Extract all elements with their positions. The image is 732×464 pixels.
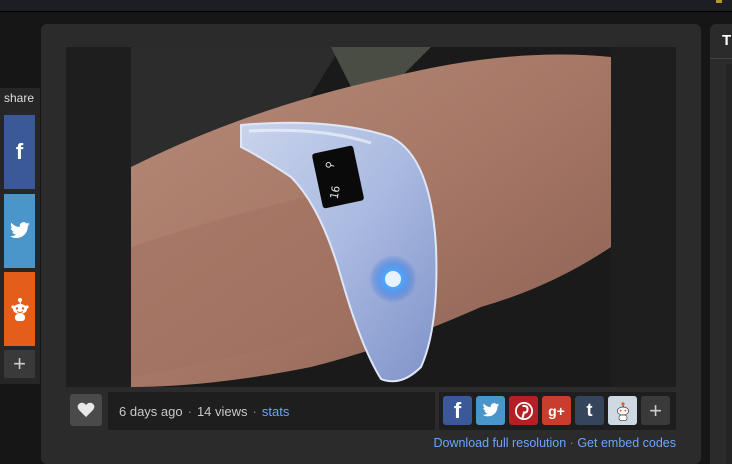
reddit-icon (616, 401, 629, 421)
google-plus-icon: g+ (548, 402, 565, 419)
top-strip (0, 0, 732, 12)
right-panel-header: T (710, 24, 732, 59)
right-sidebar-panel: T (710, 24, 732, 464)
share-more-button[interactable]: + (4, 350, 35, 378)
image-meta: 6 days ago · 14 views · stats (108, 392, 435, 430)
svg-text:16: 16 (328, 185, 343, 200)
more-share-button[interactable]: + (641, 396, 670, 425)
plus-icon: + (13, 351, 26, 376)
facebook-icon: f (15, 139, 24, 164)
social-share-bar: f g+ t + (439, 392, 676, 430)
view-count: 14 views (196, 403, 248, 419)
plus-icon: + (649, 397, 662, 423)
image-links: Download full resolution · Get embed cod… (433, 436, 676, 450)
share-twitter-button[interactable] (4, 194, 35, 268)
download-full-resolution-link[interactable]: Download full resolution (433, 436, 566, 450)
links-separator: · (569, 436, 574, 450)
meta-separator: · (252, 403, 257, 419)
share-label: share (4, 91, 35, 105)
pinterest-icon (514, 401, 533, 420)
fitness-wristband-photo: ⚲ 16 (131, 47, 611, 387)
main-image[interactable]: ⚲ 16 (131, 47, 611, 387)
share-facebook-button[interactable]: f (4, 115, 35, 189)
twitter-share-button[interactable] (476, 396, 505, 425)
pinterest-share-button[interactable] (509, 396, 538, 425)
get-embed-codes-link[interactable]: Get embed codes (577, 436, 676, 450)
top-divider (0, 11, 732, 12)
facebook-share-button[interactable]: f (443, 396, 472, 425)
top-accent-mark (716, 0, 722, 3)
share-reddit-button[interactable] (4, 272, 35, 346)
reddit-icon (10, 298, 29, 321)
twitter-icon (9, 222, 30, 239)
heart-icon (77, 402, 95, 417)
twitter-icon (482, 403, 499, 417)
tumblr-share-button[interactable]: t (575, 396, 604, 425)
posted-time: 6 days ago (119, 403, 183, 419)
tumblr-icon: t (586, 400, 593, 420)
meta-separator: · (187, 403, 192, 419)
stats-link[interactable]: stats (262, 404, 289, 419)
right-panel-title: T (722, 32, 732, 49)
right-panel-scroll-area (726, 64, 732, 464)
google-plus-share-button[interactable]: g+ (542, 396, 571, 425)
facebook-icon: f (453, 397, 462, 423)
reddit-share-button[interactable] (608, 396, 637, 425)
like-button[interactable] (70, 394, 102, 426)
